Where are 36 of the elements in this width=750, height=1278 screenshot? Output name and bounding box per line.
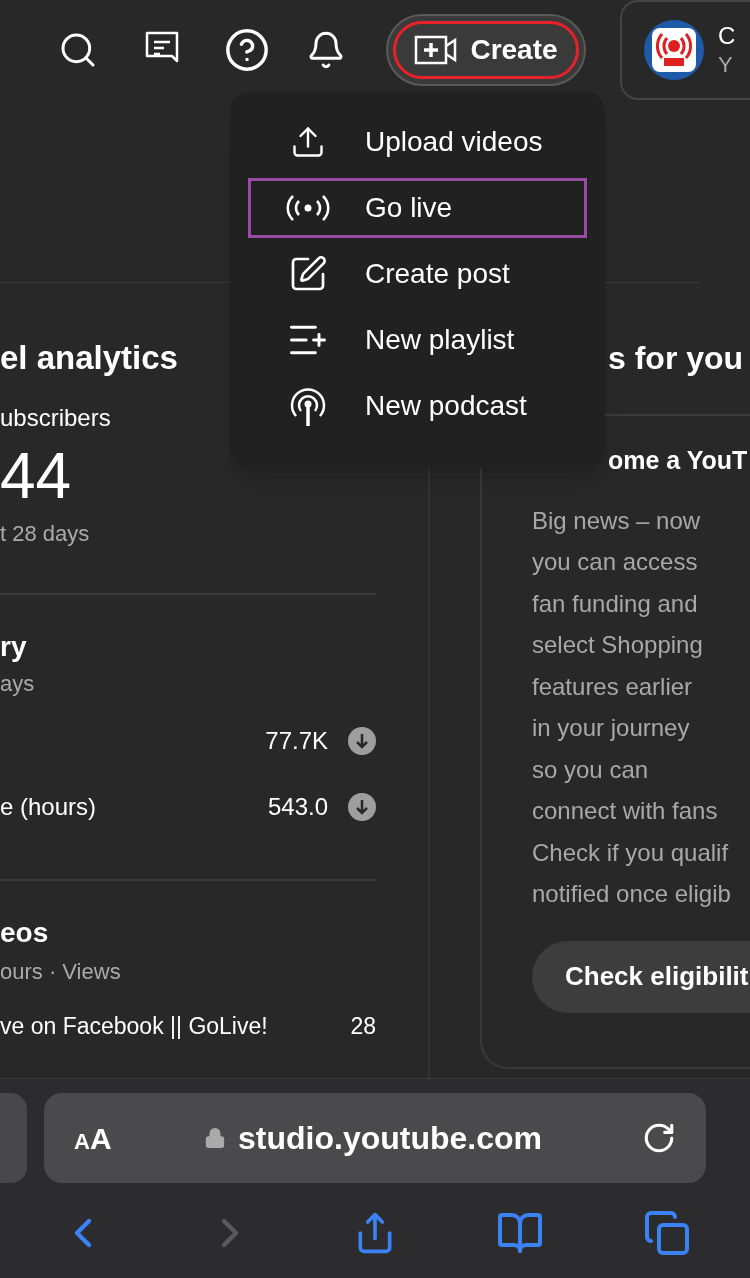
metric-value: 77.7K [265,726,328,756]
section-title: ry [0,630,27,664]
url-text: studio.youtube.com [238,1119,542,1158]
column-headers: ours · Views [0,958,121,986]
broadcast-icon [285,193,331,223]
menu-item[interactable]: New podcast [248,376,587,436]
video-views: 28 [350,1012,376,1041]
menu-item[interactable]: Create post [248,244,587,304]
tabs-icon[interactable] [642,1209,691,1257]
lock-icon [204,1127,226,1149]
section-title: s for you [608,339,745,378]
text-size-button[interactable]: AA [74,1115,204,1161]
card-description: Big news – now you can access fan funding and select Shopping features earlier in your journey so you can connect with fans Check if you qualif notified once eligib [532,505,732,909]
section-title: eos [0,916,49,950]
help-icon[interactable] [224,27,270,73]
channel-subtitle: Y [718,51,734,79]
period-label: t 28 days [0,520,90,548]
video-plus-icon [414,34,459,66]
subscriber-count: 44 [0,441,72,511]
menu-item[interactable]: New playlist [248,310,587,370]
menu-item[interactable]: Upload videos [248,112,587,172]
metric-value: 543.0 [267,792,328,822]
video-title[interactable]: ve on Facebook || GoLive! [0,1009,268,1044]
channel-card[interactable]: C Y [620,0,750,100]
channel-name: C [718,21,736,52]
address-bar[interactable]: AA studio.youtube.com [44,1093,706,1183]
period-label: ays [0,670,35,698]
create-button[interactable]: Create [386,14,586,86]
upload-icon [290,124,326,160]
section-title: el analytics [0,338,178,378]
card-heading: ome a YouT [608,445,748,476]
metric-label: ubscribers [0,403,111,433]
metric-label: e (hours) [0,792,97,822]
check-eligibility-button[interactable]: Check eligibilit [532,940,750,1013]
reload-icon[interactable] [642,1121,676,1155]
menu-item[interactable]: Go live [248,178,587,238]
